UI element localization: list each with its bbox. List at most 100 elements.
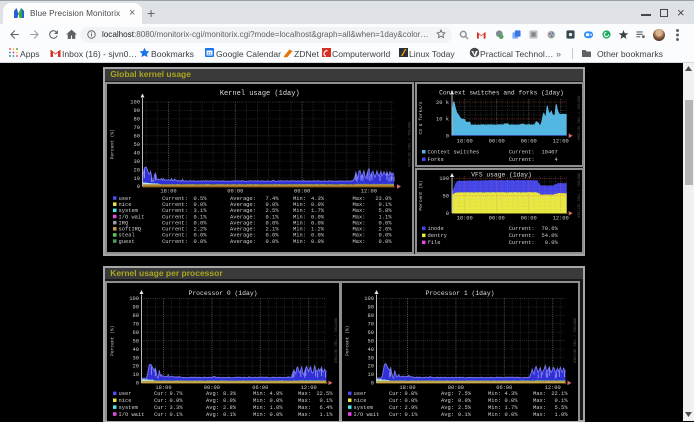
svg-text:20: 20 [133, 167, 139, 173]
svg-text:30: 30 [367, 355, 373, 361]
svg-text:Avg:: Avg: [206, 398, 219, 404]
svg-text:Average:: Average: [230, 232, 256, 238]
svg-text:softIRQ: softIRQ [118, 226, 141, 232]
svg-text:18:00: 18:00 [456, 138, 472, 144]
svg-text:0.1%: 0.1% [319, 398, 333, 404]
svg-text:0.0%: 0.0% [378, 220, 392, 226]
svg-text:0: 0 [370, 380, 373, 386]
svg-text:Percent (%): Percent (%) [418, 180, 424, 210]
svg-text:Max:: Max: [352, 201, 365, 207]
svg-text:Average:: Average: [230, 238, 256, 244]
svg-text:Current:: Current: [162, 195, 188, 201]
svg-text:Max:: Max: [533, 411, 546, 417]
svg-text:100: 100 [129, 296, 139, 302]
svg-text:dentry: dentry [427, 233, 447, 239]
svg-text:Current:: Current: [508, 240, 534, 246]
svg-text:Max:: Max: [298, 391, 311, 397]
svg-text:Min:: Min: [488, 398, 501, 404]
svg-text:Min:: Min: [253, 391, 266, 397]
svg-text:50: 50 [442, 194, 448, 200]
svg-text:00:00: 00:00 [227, 188, 243, 194]
svg-text:12:00: 12:00 [552, 138, 568, 144]
svg-text:00:00: 00:00 [447, 384, 463, 390]
svg-text:9.7%: 9.7% [169, 391, 183, 397]
svg-text:0.0%: 0.0% [265, 201, 279, 207]
svg-text:0.1%: 0.1% [554, 398, 568, 404]
svg-text:0.1%: 0.1% [458, 411, 472, 417]
svg-text:user: user [353, 391, 366, 397]
svg-text:80: 80 [367, 313, 373, 319]
svg-text:0.0%: 0.0% [193, 232, 207, 238]
svg-text:1.1%: 1.1% [319, 411, 333, 417]
svg-text:0.0%: 0.0% [223, 398, 237, 404]
svg-text:22.5%: 22.5% [316, 391, 333, 397]
svg-text:60: 60 [132, 329, 138, 335]
svg-text:Current:: Current: [162, 208, 188, 214]
svg-text:Max:: Max: [352, 195, 365, 201]
svg-text:8.3%: 8.3% [223, 391, 237, 397]
svg-text:0: 0 [445, 133, 448, 139]
svg-text:Current:: Current: [162, 220, 188, 226]
svg-text:Min:: Min: [488, 391, 501, 397]
svg-text:Avg:: Avg: [441, 391, 454, 397]
svg-text:Cur:: Cur: [389, 411, 402, 417]
svg-text:Min:: Min: [293, 232, 306, 238]
svg-text:Average:: Average: [230, 220, 256, 226]
svg-text:1.0%: 1.0% [554, 411, 568, 417]
svg-text:100: 100 [130, 99, 140, 105]
svg-text:20: 20 [132, 363, 138, 369]
svg-text:40: 40 [132, 346, 138, 352]
svg-text:Average:: Average: [230, 208, 256, 214]
svg-text:50: 50 [132, 338, 138, 344]
svg-text:Cur:: Cur: [154, 391, 167, 397]
svg-text:0.0%: 0.0% [193, 238, 207, 244]
svg-text:80: 80 [133, 116, 139, 122]
svg-text:RRDTOOL / TOBI OETIKER: RRDTOOL / TOBI OETIKER [575, 173, 580, 218]
svg-text:0.0%: 0.0% [311, 220, 325, 226]
svg-text:Percent (%): Percent (%) [109, 129, 115, 159]
svg-text:Cur:: Cur: [389, 398, 402, 404]
svg-text:2.1%: 2.1% [265, 226, 279, 232]
svg-text:Max:: Max: [352, 238, 365, 244]
svg-text:10 k: 10 k [436, 116, 449, 122]
svg-text:90: 90 [133, 108, 139, 114]
svg-text:00:00: 00:00 [488, 216, 504, 222]
svg-text:2.5%: 2.5% [458, 404, 472, 410]
svg-text:user: user [118, 391, 131, 397]
svg-text:60: 60 [133, 133, 139, 139]
svg-text:Percent (%): Percent (%) [109, 325, 115, 355]
svg-text:Min:: Min: [293, 208, 306, 214]
svg-text:Min:: Min: [293, 238, 306, 244]
svg-text:Max:: Max: [352, 220, 365, 226]
svg-text:1.7%: 1.7% [504, 404, 518, 410]
svg-text:nice: nice [118, 201, 131, 207]
svg-text:Max:: Max: [352, 208, 365, 214]
svg-text:90: 90 [367, 304, 373, 310]
svg-text:0.0%: 0.0% [378, 238, 392, 244]
svg-text:Max:: Max: [533, 398, 546, 404]
svg-text:RRDTOOL / TOBI OETIKER: RRDTOOL / TOBI OETIKER [575, 95, 580, 140]
svg-text:CS & forks/s: CS & forks/s [418, 101, 424, 134]
svg-text:06:00: 06:00 [294, 188, 310, 194]
svg-text:0.0%: 0.0% [311, 214, 325, 220]
svg-text:90: 90 [132, 304, 138, 310]
svg-text:10: 10 [132, 372, 138, 378]
svg-text:Forks: Forks [427, 157, 443, 163]
svg-text:Max:: Max: [298, 411, 311, 417]
svg-text:Cur:: Cur: [154, 404, 167, 410]
svg-text:0.0%: 0.0% [265, 238, 279, 244]
svg-text:inode: inode [427, 226, 443, 232]
svg-text:user: user [118, 195, 131, 201]
svg-text:Max:: Max: [352, 226, 365, 232]
svg-text:0.0%: 0.0% [269, 398, 283, 404]
svg-text:0.0%: 0.0% [311, 232, 325, 238]
svg-text:Max:: Max: [298, 404, 311, 410]
svg-text:70: 70 [367, 321, 373, 327]
svg-text:Avg:: Avg: [441, 398, 454, 404]
svg-text:80: 80 [132, 313, 138, 319]
svg-text:7.4%: 7.4% [265, 195, 279, 201]
svg-text:Average:: Average: [230, 226, 256, 232]
svg-text:2.6%: 2.6% [378, 226, 392, 232]
svg-text:60: 60 [367, 329, 373, 335]
svg-text:18:00: 18:00 [155, 384, 171, 390]
